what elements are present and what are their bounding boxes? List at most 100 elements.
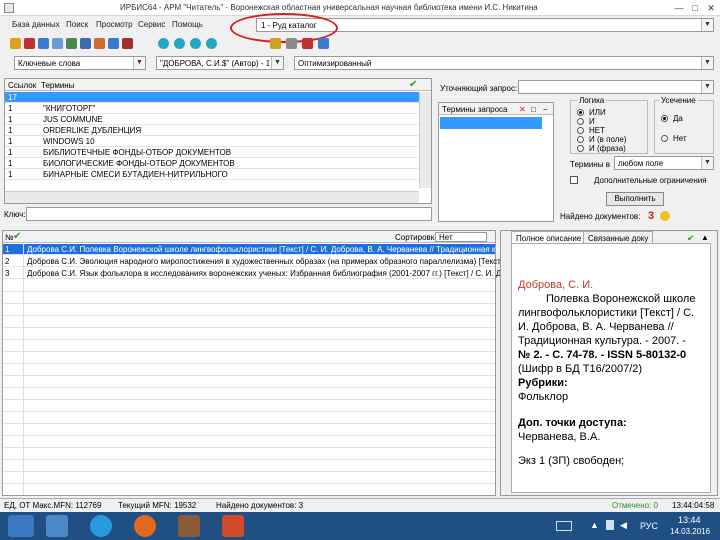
extra-restrictions-checkbox[interactable] xyxy=(570,176,578,184)
terms-in-select[interactable]: любом поле ▼ xyxy=(614,156,714,170)
minus-icon[interactable]: − xyxy=(543,105,548,114)
logic-not-radio[interactable] xyxy=(577,127,584,134)
query-text-select[interactable]: "ДОБРОВА, С.И.$" (Автор) - 1 ▼ xyxy=(156,56,284,70)
query-text-value: "ДОБРОВА, С.И.$" (Автор) - 1 xyxy=(160,59,269,68)
chevron-down-icon[interactable]: ▼ xyxy=(271,57,283,69)
first-icon[interactable] xyxy=(158,38,169,49)
keyboard-icon[interactable] xyxy=(556,521,572,531)
search-icon[interactable] xyxy=(38,38,49,49)
access-points-label: Доп. точки доступа: xyxy=(518,417,627,429)
refine-query-select[interactable]: ▼ xyxy=(518,80,714,94)
logic-and-field-label: И (в поле) xyxy=(589,135,627,144)
truncation-no-radio[interactable] xyxy=(661,135,668,142)
menu-service[interactable]: Сервис xyxy=(138,20,165,29)
result-row[interactable]: 1 Доброва С.И. Полевка Воронежской школе … xyxy=(3,244,511,255)
col-count[interactable]: Ссылок xyxy=(8,81,36,90)
language-indicator[interactable]: РУС xyxy=(640,521,658,531)
stop-icon[interactable] xyxy=(302,38,313,49)
logic-group: Логика ИЛИ И НЕТ И (в поле) И (фраза) xyxy=(570,96,648,154)
run-button[interactable]: Выполнить xyxy=(606,192,664,206)
logic-and-field-radio[interactable] xyxy=(577,136,584,143)
list-icon[interactable] xyxy=(66,38,77,49)
horizontal-scrollbar[interactable] xyxy=(5,191,419,203)
battery-icon[interactable] xyxy=(606,520,614,530)
basket-icon[interactable] xyxy=(270,38,281,49)
dictionary-row[interactable]: 1 JUS COMMUNE xyxy=(5,114,431,125)
sort-select[interactable]: Нет xyxy=(435,232,487,242)
chevron-down-icon[interactable]: ▼ xyxy=(701,81,713,93)
logic-title: Логика xyxy=(577,96,607,105)
clock-time[interactable]: 13:44 xyxy=(678,515,701,525)
menu-database[interactable]: База данных xyxy=(12,20,60,29)
ie-icon[interactable] xyxy=(90,515,112,537)
status-db: ЕД, ОТ Макс.MFN: 112769 xyxy=(4,501,102,510)
status-bar: ЕД, ОТ Макс.MFN: 112769 Текущий MFN: 195… xyxy=(0,498,720,512)
search-mode-value: Ключевые слова xyxy=(18,59,81,68)
presentation-icon[interactable] xyxy=(222,515,244,537)
dictionary-row[interactable]: 1 ORDERLIKE ДУБЛЕНЦИЯ xyxy=(5,125,431,136)
terms-in-value: любом поле xyxy=(618,159,664,168)
minimize-button[interactable]: — xyxy=(672,2,686,14)
irbis-icon[interactable] xyxy=(178,515,200,537)
info-icon[interactable] xyxy=(318,38,329,49)
prev-icon[interactable] xyxy=(174,38,185,49)
book-icon[interactable] xyxy=(24,38,35,49)
view-mode-select[interactable]: Оптимизированный ▼ xyxy=(294,56,714,70)
last-icon[interactable] xyxy=(206,38,217,49)
dictionary-row[interactable]: 1 БИОЛОГИЧЕСКИЕ ФОНДЫ-ОТБОР ДОКУМЕНТОВ xyxy=(5,158,431,169)
clock-date[interactable]: 14.03.2016 xyxy=(670,527,710,536)
query-term-row[interactable] xyxy=(440,117,542,129)
tab-full-description[interactable]: Полное описание xyxy=(511,231,587,243)
table-icon[interactable] xyxy=(108,38,119,49)
menu-help[interactable]: Помощь xyxy=(172,20,203,29)
rubrics-label: Рубрики: xyxy=(518,377,568,389)
tab-linked-documents[interactable]: Связанные доку xyxy=(583,231,654,243)
check-icon[interactable]: ✔ xyxy=(409,79,417,90)
dictionary-header: Ссылок Термины ✔ xyxy=(5,79,431,91)
volume-icon[interactable]: ◀ xyxy=(620,520,627,531)
arrow-up-icon[interactable]: ▲ xyxy=(590,520,599,530)
mark-icon[interactable] xyxy=(122,38,133,49)
window-title: ИРБИС64 - АРМ "Читатель" - Воронежская о… xyxy=(120,3,538,12)
col-term[interactable]: Термины xyxy=(41,81,74,90)
dictionary-row[interactable]: 1 "КНИГОТОРГ" xyxy=(5,103,431,114)
chevron-down-icon[interactable]: ▼ xyxy=(701,19,713,31)
close-button[interactable]: ✕ xyxy=(704,2,718,14)
clear-icon[interactable]: □ xyxy=(531,105,536,114)
maximize-button[interactable]: □ xyxy=(688,2,702,14)
settings-icon[interactable] xyxy=(286,38,297,49)
print-icon[interactable] xyxy=(80,38,91,49)
delete-icon[interactable]: ✕ xyxy=(519,105,526,114)
dictionary-scrollbar[interactable] xyxy=(419,92,431,188)
collapse-icon[interactable]: ▲ xyxy=(701,233,709,242)
open-db-icon[interactable] xyxy=(10,38,21,49)
logic-and-radio[interactable] xyxy=(577,118,584,125)
search-mode-select[interactable]: Ключевые слова ▼ xyxy=(14,56,146,70)
found-count: 3 xyxy=(648,210,655,222)
export-icon[interactable] xyxy=(94,38,105,49)
chevron-down-icon[interactable]: ▼ xyxy=(701,57,713,69)
check-icon[interactable]: ✔ xyxy=(13,231,21,242)
dictionary-row[interactable]: 1 БИНАРНЫЕ СМЕСИ БУТАДИЕН-НИТРИЛЬНОГО xyxy=(5,169,431,180)
logic-and-label: И xyxy=(589,117,595,126)
start-icon[interactable] xyxy=(8,515,34,537)
menu-search[interactable]: Поиск xyxy=(66,20,88,29)
logic-phrase-radio[interactable] xyxy=(577,145,584,152)
dictionary-row[interactable]: 1 БИБЛИОТЕЧНЫЕ ФОНДЫ-ОТБОР ДОКУМЕНТОВ xyxy=(5,147,431,158)
chevron-down-icon[interactable]: ▼ xyxy=(701,157,713,169)
dictionary-row[interactable]: 1 WINDOWS 10 xyxy=(5,136,431,147)
key-input[interactable] xyxy=(26,207,432,221)
result-row[interactable]: 2 Доброва С.И. Эволюция народного миропос… xyxy=(3,256,528,267)
dictionary-row[interactable]: 17 xyxy=(5,92,431,103)
next-icon[interactable] xyxy=(190,38,201,49)
filter-icon[interactable] xyxy=(52,38,63,49)
description-issue: № 2. - С. 74-78. - ISSN 5-80132-0 xyxy=(518,349,687,361)
logic-or-radio[interactable] xyxy=(577,109,584,116)
result-row[interactable]: 3 Доброва С.И. Язык фольклора в исследова… xyxy=(3,268,510,279)
media-player-icon[interactable] xyxy=(46,515,68,537)
truncation-yes-label: Да xyxy=(673,114,683,123)
menu-view[interactable]: Просмотр xyxy=(96,20,133,29)
truncation-yes-radio[interactable] xyxy=(661,115,668,122)
firefox-icon[interactable] xyxy=(134,515,156,537)
chevron-down-icon[interactable]: ▼ xyxy=(133,57,145,69)
